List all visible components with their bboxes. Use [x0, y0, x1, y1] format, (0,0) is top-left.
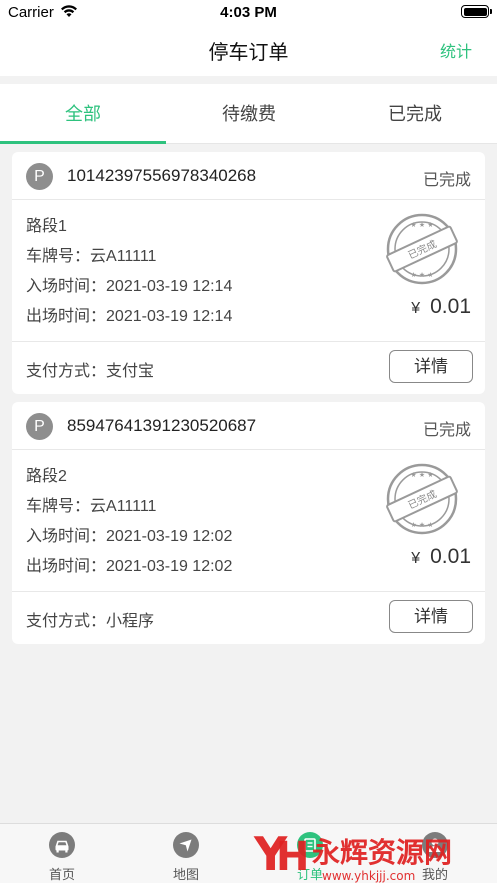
svg-text:★ ★ ★: ★ ★ ★: [410, 521, 433, 529]
entry-time: 2021-03-19 12:02: [106, 528, 233, 545]
amount-value: 0.01: [430, 295, 471, 318]
svg-text:★ ★ ★: ★ ★ ★: [410, 221, 433, 229]
parking-icon: P: [26, 163, 53, 190]
plate-number: 云A11111: [90, 248, 157, 265]
order-status: 已完成: [422, 172, 471, 189]
completed-stamp-icon: ★ ★ ★ ★ ★ ★ 已完成: [386, 463, 458, 535]
bottom-tab-map[interactable]: 地图: [124, 824, 248, 883]
exit-time-row: 出场时间：2021-03-19 12:02: [26, 552, 232, 576]
detail-button[interactable]: 详情: [389, 350, 473, 383]
payment-label: 支付方式：: [26, 363, 107, 380]
entry-time-label: 入场时间：: [26, 278, 107, 295]
svg-text:★ ★ ★: ★ ★ ★: [410, 471, 433, 479]
order-card-header: P 85947641391230520687 已完成: [12, 402, 485, 450]
order-card-header: P 10142397556978340268 已完成: [12, 152, 485, 200]
entry-time-label: 入场时间：: [26, 528, 107, 545]
car-icon: [49, 832, 75, 858]
bottom-tab-label: 地图: [172, 867, 199, 882]
entry-time-row: 入场时间：2021-03-19 12:02: [26, 522, 232, 546]
bottom-tab-label: 首页: [48, 867, 75, 882]
parking-icon: P: [26, 413, 53, 440]
bottom-tab-bar: 首页 地图 订单 我的: [0, 823, 497, 883]
statistics-button[interactable]: 统计: [440, 38, 472, 62]
bottom-tab-label: 订单: [296, 867, 323, 882]
order-icon: [297, 832, 323, 858]
status-bar: Carrier 4:03 PM: [0, 0, 497, 24]
payment-method: 小程序: [106, 613, 155, 630]
active-tab-indicator: [0, 141, 166, 144]
amount-value: 0.01: [430, 545, 471, 568]
road-section: 路段2: [26, 468, 67, 485]
payment-method: 支付宝: [106, 363, 155, 380]
exit-time-label: 出场时间：: [26, 558, 107, 575]
tab-all[interactable]: 全部: [0, 84, 166, 144]
tab-completed[interactable]: 已完成: [332, 84, 497, 144]
status-time: 4:03 PM: [220, 4, 277, 21]
bottom-tab-label: 我的: [421, 867, 448, 882]
svg-text:★ ★ ★: ★ ★ ★: [410, 271, 433, 279]
order-amount: ¥0.01: [411, 545, 471, 569]
bottom-tab-home[interactable]: 首页: [0, 824, 124, 883]
order-card-body: 路段1 车牌号：云A11111 入场时间：2021-03-19 12:14 出场…: [12, 200, 485, 342]
exit-time-label: 出场时间：: [26, 308, 107, 325]
order-card-footer: 支付方式：小程序 详情: [12, 592, 485, 644]
payment-label: 支付方式：: [26, 613, 107, 630]
bottom-tab-orders[interactable]: 订单: [248, 824, 372, 883]
nav-bar: 停车订单 统计: [0, 24, 497, 76]
currency-symbol: ¥: [411, 300, 421, 317]
order-card: P 85947641391230520687 已完成 路段2 车牌号：云A111…: [12, 402, 485, 644]
order-filter-tabs: 全部 待缴费 已完成: [0, 84, 497, 144]
order-card-footer: 支付方式：支付宝 详情: [12, 342, 485, 394]
bottom-tab-profile[interactable]: 我的: [373, 824, 497, 883]
order-status: 已完成: [422, 422, 471, 439]
exit-time-row: 出场时间：2021-03-19 12:14: [26, 302, 232, 326]
battery-icon: [461, 5, 492, 18]
user-icon: [422, 832, 448, 858]
order-card: P 10142397556978340268 已完成 路段1 车牌号：云A111…: [12, 152, 485, 394]
payment-row: 支付方式：支付宝: [26, 357, 154, 381]
plate-label: 车牌号：: [26, 498, 91, 515]
entry-time: 2021-03-19 12:14: [106, 278, 233, 295]
exit-time: 2021-03-19 12:02: [106, 558, 233, 575]
navigation-icon: [173, 832, 199, 858]
page-title: 停车订单: [208, 42, 289, 64]
order-card-body: 路段2 车牌号：云A11111 入场时间：2021-03-19 12:02 出场…: [12, 450, 485, 592]
plate-label: 车牌号：: [26, 248, 91, 265]
plate-number: 云A11111: [90, 498, 157, 515]
exit-time: 2021-03-19 12:14: [106, 308, 233, 325]
order-number: 85947641391230520687: [67, 416, 257, 435]
detail-button[interactable]: 详情: [389, 600, 473, 633]
completed-stamp-icon: ★ ★ ★ ★ ★ ★ 已完成: [386, 213, 458, 285]
tab-pending-payment[interactable]: 待缴费: [166, 84, 332, 144]
currency-symbol: ¥: [411, 550, 421, 567]
road-section: 路段1: [26, 218, 67, 235]
plate-row: 车牌号：云A11111: [26, 242, 156, 266]
plate-row: 车牌号：云A11111: [26, 492, 156, 516]
order-number: 10142397556978340268: [67, 166, 257, 185]
order-amount: ¥0.01: [411, 295, 471, 319]
entry-time-row: 入场时间：2021-03-19 12:14: [26, 272, 232, 296]
payment-row: 支付方式：小程序: [26, 607, 154, 631]
